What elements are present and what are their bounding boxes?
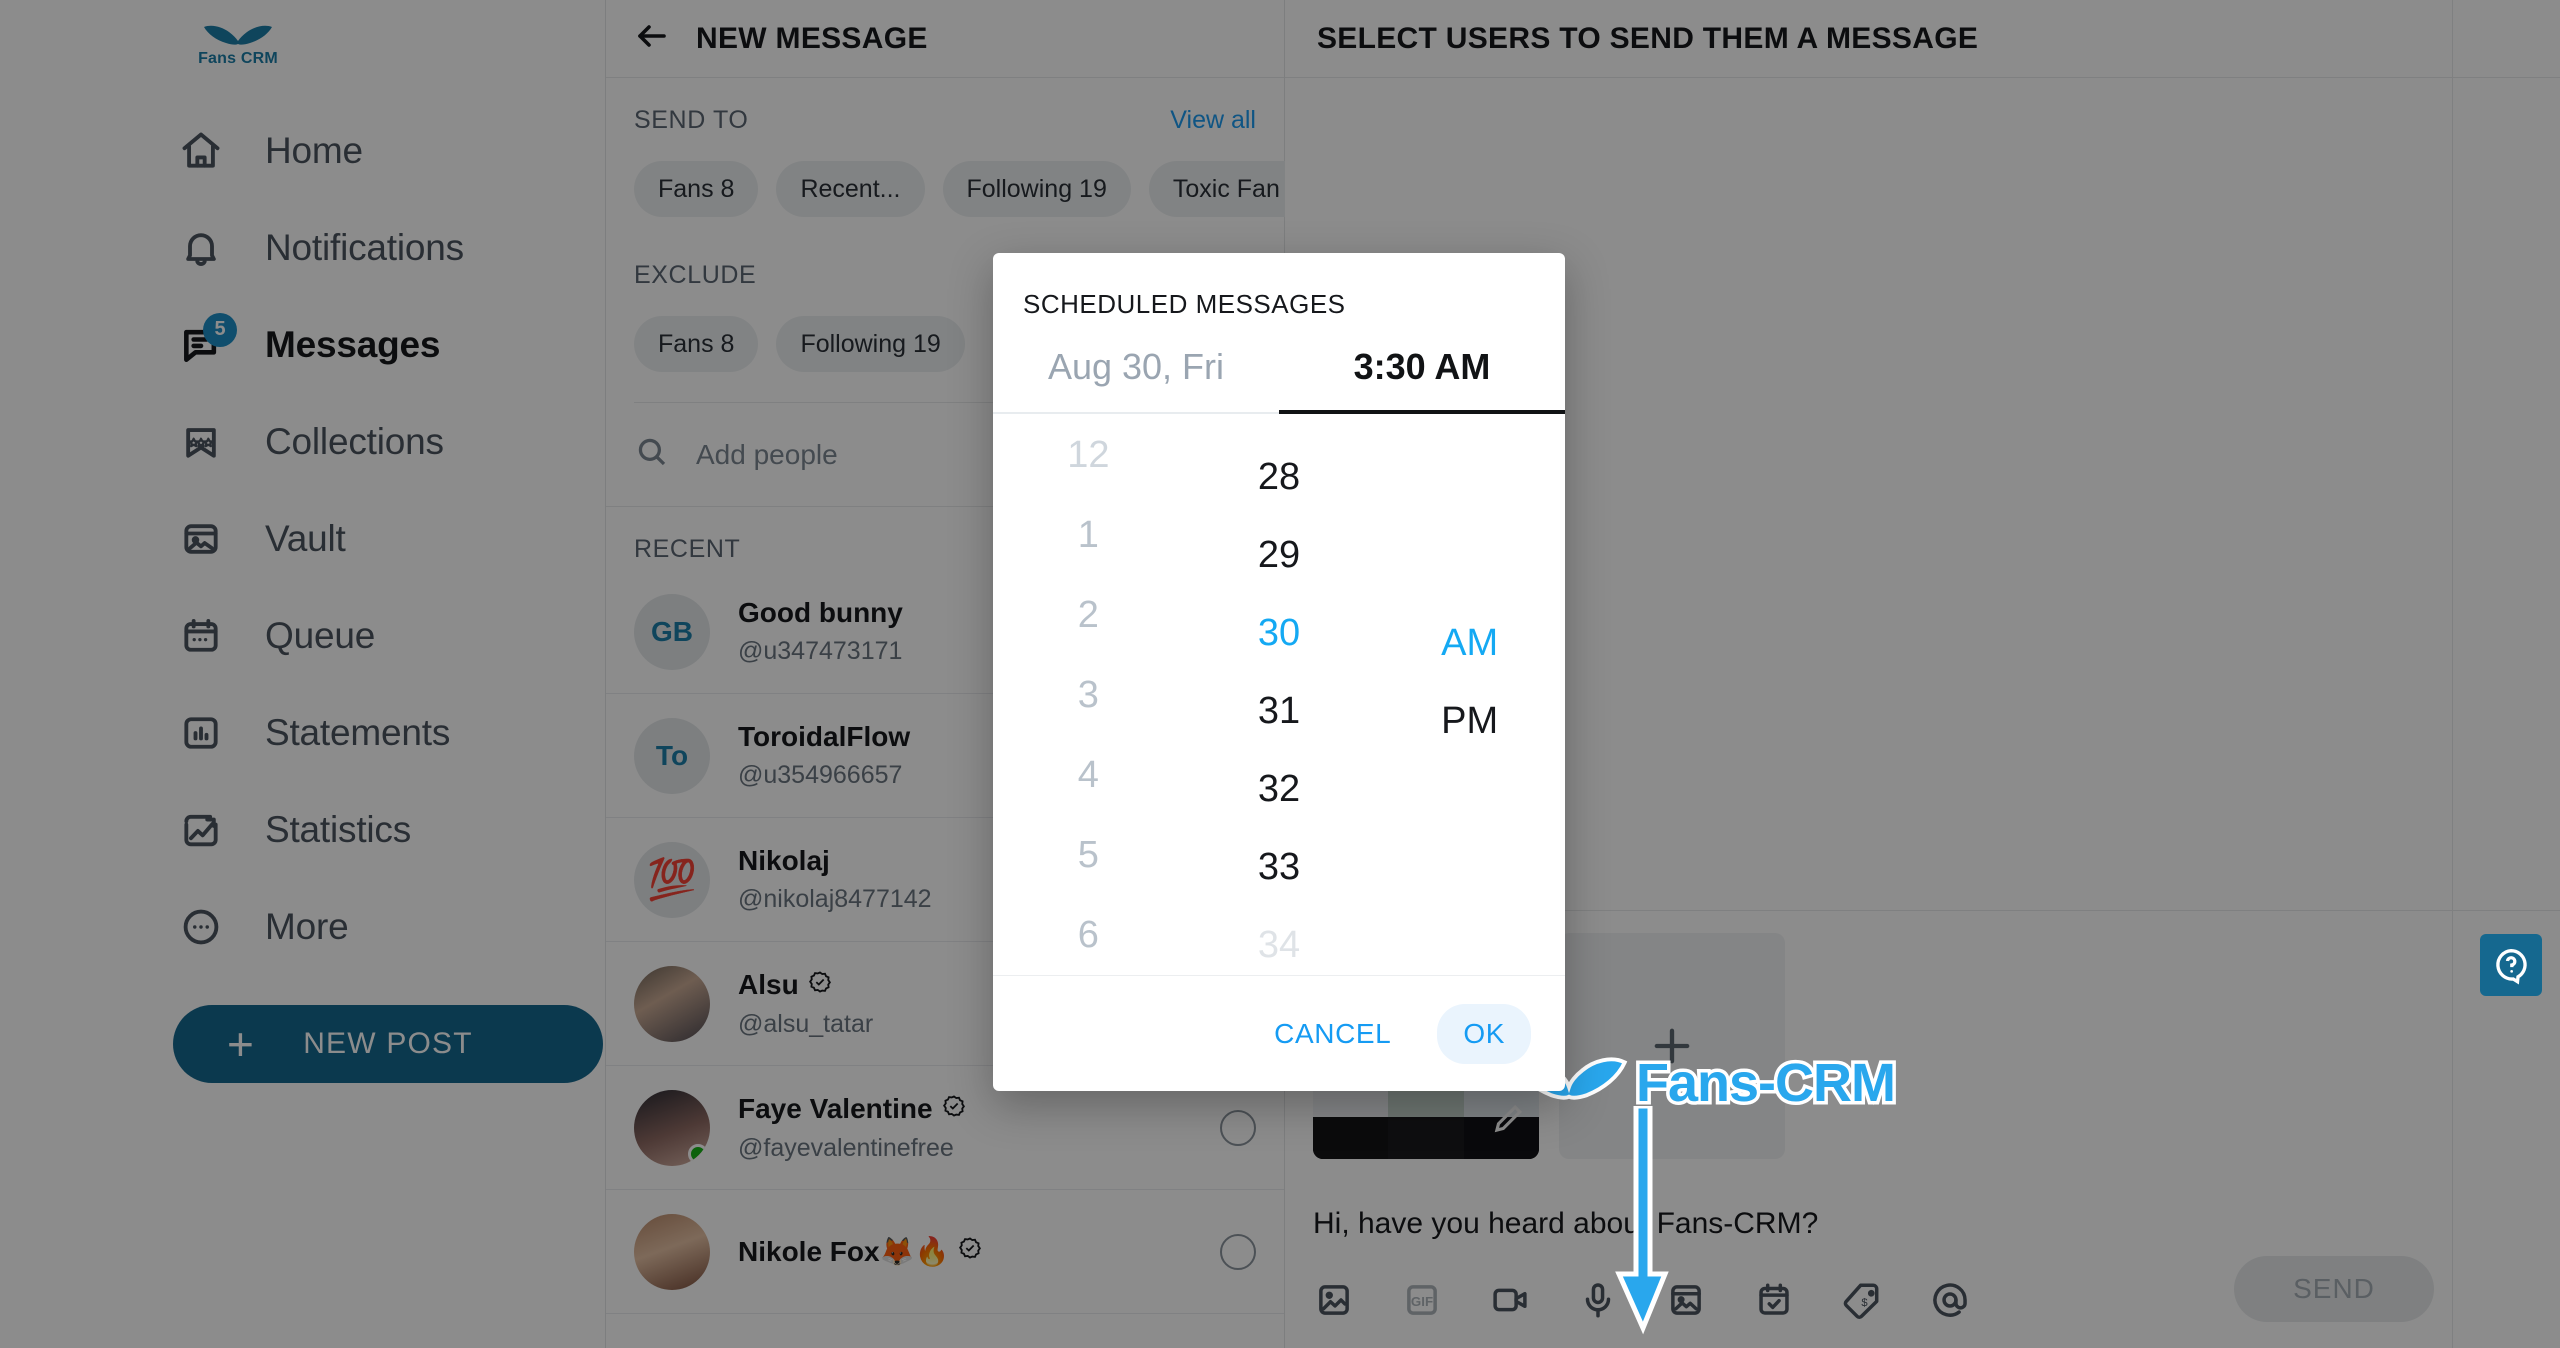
hour-option[interactable]: 2 xyxy=(1078,596,1099,634)
hour-option[interactable]: 5 xyxy=(1078,836,1099,874)
hour-option[interactable]: 6 xyxy=(1078,916,1099,954)
date-time-tabs: Aug 30, Fri 3:30 AM xyxy=(993,346,1565,414)
hour-option[interactable]: 4 xyxy=(1078,756,1099,794)
minute-option[interactable]: 33 xyxy=(1258,848,1300,886)
dialog-title: SCHEDULED MESSAGES xyxy=(1023,289,1346,319)
minute-option[interactable]: 32 xyxy=(1258,770,1300,808)
help-question-icon xyxy=(2496,948,2527,985)
meridiem-option-pm[interactable]: PM xyxy=(1441,702,1498,740)
hour-option[interactable]: 3 xyxy=(1078,676,1099,714)
time-wheels: 12 1 2 3 4 5 6 28 29 30 31 32 33 34 AM P… xyxy=(993,414,1565,975)
minute-wheel[interactable]: 28 29 30 31 32 33 34 xyxy=(1184,414,1375,975)
hour-wheel[interactable]: 12 1 2 3 4 5 6 xyxy=(993,414,1184,975)
meridiem-wheel[interactable]: AM PM xyxy=(1374,414,1565,975)
tab-time[interactable]: 3:30 AM xyxy=(1279,346,1565,414)
meridiem-option-am[interactable]: AM xyxy=(1441,624,1498,662)
minute-option-selected[interactable]: 30 xyxy=(1258,614,1300,652)
hour-option[interactable]: 12 xyxy=(1067,436,1109,474)
ok-button[interactable]: OK xyxy=(1437,1003,1531,1064)
help-button[interactable] xyxy=(2480,934,2542,996)
cancel-button[interactable]: CANCEL xyxy=(1248,1004,1417,1064)
scheduled-messages-dialog: SCHEDULED MESSAGES Aug 30, Fri 3:30 AM 1… xyxy=(993,253,1565,1091)
minute-option[interactable]: 31 xyxy=(1258,692,1300,730)
dialog-actions: CANCEL OK xyxy=(993,975,1565,1091)
minute-option[interactable]: 34 xyxy=(1258,926,1300,964)
minute-option[interactable]: 29 xyxy=(1258,536,1300,574)
hour-option[interactable]: 1 xyxy=(1078,516,1099,554)
minute-option[interactable]: 28 xyxy=(1258,458,1300,496)
tab-date[interactable]: Aug 30, Fri xyxy=(993,346,1279,414)
